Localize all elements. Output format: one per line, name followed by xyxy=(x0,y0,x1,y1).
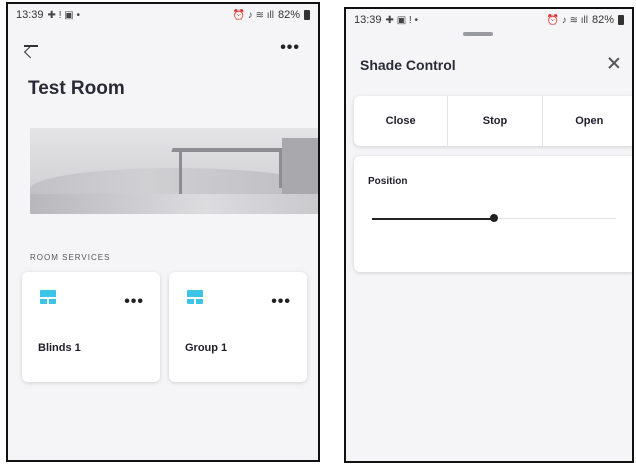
card-more-icon[interactable]: ••• xyxy=(271,294,291,310)
status-bar: 13:39 ✚ ! ▣ • ⏰ ♪ ≋ ıll 82% xyxy=(8,4,318,26)
slider-thumb[interactable] xyxy=(490,214,498,222)
blind-icon xyxy=(40,290,56,304)
system-icons: ⏰ ♪ ≋ ıll xyxy=(546,14,588,26)
position-slider[interactable] xyxy=(372,214,616,224)
close-button[interactable]: Close xyxy=(354,96,449,146)
battery-icon xyxy=(304,10,310,20)
shade-control-screen: 13:39 ✚ ▣ ! • ⏰ ♪ ≋ ıll 82% Shade Contro… xyxy=(344,7,634,463)
room-screen: 13:39 ✚ ! ▣ • ⏰ ♪ ≋ ıll 82% ••• Test Roo… xyxy=(6,2,320,462)
battery-level: 82% xyxy=(277,9,300,21)
open-button[interactable]: Open xyxy=(543,96,632,146)
section-label: ROOM SERVICES xyxy=(30,253,111,262)
sheet-title: Shade Control xyxy=(360,57,456,73)
notification-icons: ✚ ▣ ! • xyxy=(385,14,418,26)
notification-icons: ✚ ! ▣ • xyxy=(47,9,80,21)
service-card-group[interactable]: ••• Group 1 xyxy=(169,272,307,382)
card-more-icon[interactable]: ••• xyxy=(124,294,144,310)
status-time: 13:39 xyxy=(354,14,382,26)
sheet-drag-handle[interactable] xyxy=(463,32,493,36)
status-bar: 13:39 ✚ ▣ ! • ⏰ ♪ ≋ ıll 82% xyxy=(346,9,632,31)
position-label: Position xyxy=(368,176,408,187)
more-options-icon[interactable]: ••• xyxy=(280,40,300,56)
slider-fill xyxy=(372,218,494,220)
service-card-name: Group 1 xyxy=(185,342,228,354)
position-card: Position xyxy=(354,156,632,272)
shade-command-group: Close Stop Open xyxy=(354,96,632,146)
status-time: 13:39 xyxy=(16,9,44,21)
stop-button[interactable]: Stop xyxy=(448,96,543,146)
blind-icon xyxy=(187,290,203,304)
battery-level: 82% xyxy=(591,14,614,26)
system-icons: ⏰ ♪ ≋ ıll xyxy=(232,9,274,21)
service-card-name: Blinds 1 xyxy=(38,342,81,354)
battery-icon xyxy=(618,15,624,25)
back-arrow-icon[interactable] xyxy=(22,38,42,54)
service-card-blinds[interactable]: ••• Blinds 1 xyxy=(22,272,160,382)
room-image xyxy=(30,128,318,214)
close-icon[interactable] xyxy=(606,55,622,71)
page-title: Test Room xyxy=(28,78,125,99)
